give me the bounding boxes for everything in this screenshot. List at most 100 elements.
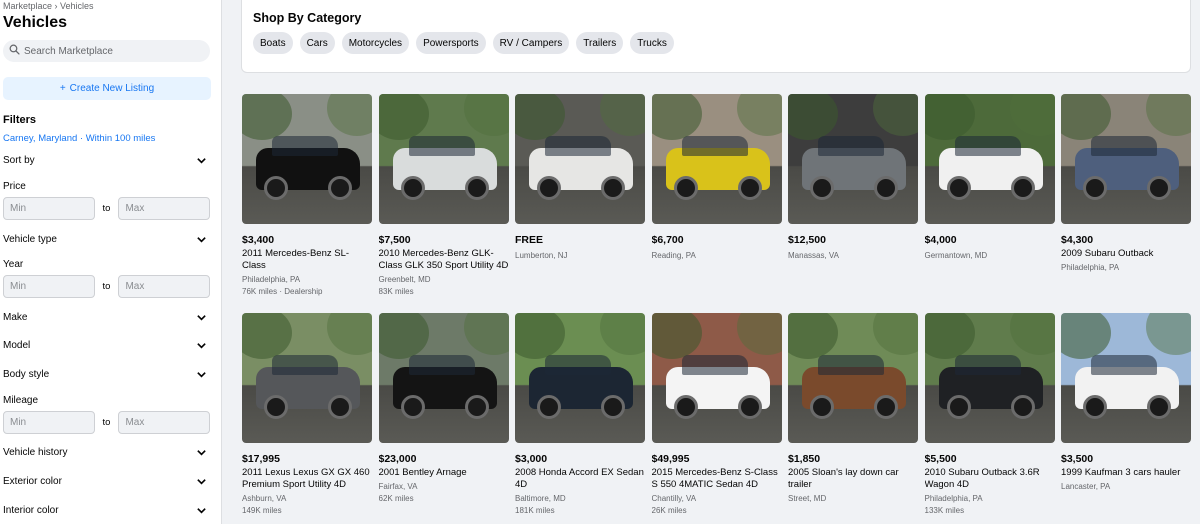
listing-photo[interactable] xyxy=(788,313,918,443)
make-dropdown[interactable]: Make xyxy=(3,310,210,324)
listing-card[interactable]: $3,400 2011 Mercedes-Benz SL-Class Philade… xyxy=(242,94,372,313)
listing-photo[interactable] xyxy=(1061,313,1191,443)
photo-shape xyxy=(873,313,918,355)
listing-title: 1999 Kaufman 3 cars hauler xyxy=(1061,467,1181,478)
listing-title: 2011 Mercedes-Benz SL-Class xyxy=(242,248,350,271)
photo-shape xyxy=(737,176,762,200)
photo-shape xyxy=(1010,395,1035,419)
photo-shape xyxy=(545,136,611,156)
listing-price: FREE xyxy=(515,234,544,246)
photo-shape xyxy=(673,176,698,200)
listing-price: $5,500 xyxy=(924,453,957,465)
create-new-listing-button[interactable]: + Create New Listing xyxy=(3,77,211,100)
listing-location: Chantilly, VA xyxy=(651,494,697,503)
listing-photo[interactable] xyxy=(378,313,509,443)
search-input[interactable] xyxy=(24,45,194,57)
listing-title: 2015 Mercedes-Benz S-Class S 550 4MATIC … xyxy=(651,467,778,490)
category-chip-trucks[interactable]: Trucks xyxy=(630,32,674,54)
listing-card[interactable]: $3,000 2008 Honda Accord EX Sedan 4D Balti… xyxy=(515,313,645,524)
vehicle-history-dropdown[interactable]: Vehicle history xyxy=(3,445,210,459)
photo-shape xyxy=(651,94,702,140)
listing-photo[interactable] xyxy=(788,94,918,224)
mileage-min-input[interactable]: Min xyxy=(3,411,95,434)
model-dropdown[interactable]: Model xyxy=(3,338,210,352)
listing-photo[interactable] xyxy=(651,94,782,224)
listing-card[interactable]: $17,995 2011 Lexus Lexus GX GX 460 Premiu… xyxy=(242,313,372,524)
breadcrumb[interactable]: Marketplace › Vehicles xyxy=(3,1,210,12)
photo-shape xyxy=(924,94,975,140)
make-label: Make xyxy=(3,311,28,323)
vehicle-type-dropdown[interactable]: Vehicle type xyxy=(3,232,210,246)
listing-card[interactable]: $12,500 Manassas, VA xyxy=(788,94,918,313)
photo-shape xyxy=(242,94,292,140)
listing-card[interactable]: $49,995 2015 Mercedes-Benz S-Class S 550 … xyxy=(651,313,782,524)
photo-shape xyxy=(464,176,489,200)
listing-card[interactable]: $3,500 1999 Kaufman 3 cars hauler Lancaste… xyxy=(1061,313,1191,524)
photo-shape xyxy=(1010,176,1035,200)
listing-card[interactable]: $7,500 2010 Mercedes-Benz GLK-Class GLK 3… xyxy=(378,94,509,313)
body-style-label: Body style xyxy=(3,368,50,380)
photo-shape xyxy=(408,355,475,375)
listing-title: 2010 Subaru Outback 3.6R Wagon 4D xyxy=(924,467,1040,490)
listing-card[interactable]: $5,500 2010 Subaru Outback 3.6R Wagon 4D P… xyxy=(924,313,1055,524)
listing-photo[interactable] xyxy=(924,94,1055,224)
listing-price: $6,700 xyxy=(651,234,684,246)
vehicle-history-label: Vehicle history xyxy=(3,446,68,458)
sort-by-dropdown[interactable]: Sort by xyxy=(3,153,210,167)
photo-shape xyxy=(736,313,782,355)
photo-shape xyxy=(264,395,288,419)
listing-photo[interactable] xyxy=(1061,94,1191,224)
listing-photo[interactable] xyxy=(242,313,372,443)
photo-shape xyxy=(328,395,352,419)
price-min-input[interactable]: Min xyxy=(3,197,95,220)
listing-mileage: 181K miles xyxy=(515,506,555,515)
location-link[interactable]: Carney, Maryland · Within 100 miles xyxy=(3,133,210,144)
category-chip-rv-campers[interactable]: RV / Campers xyxy=(492,32,570,54)
photo-shape xyxy=(463,313,509,355)
mileage-range: Min to Max xyxy=(3,411,210,434)
listing-price: $1,850 xyxy=(788,453,821,465)
listing-photo[interactable] xyxy=(378,94,509,224)
listing-location: Lumberton, NJ xyxy=(515,251,568,260)
body-style-dropdown[interactable]: Body style xyxy=(3,367,210,381)
category-chip-cars[interactable]: Cars xyxy=(299,32,335,54)
photo-shape xyxy=(1009,313,1055,355)
listing-photo[interactable] xyxy=(924,313,1055,443)
interior-color-dropdown[interactable]: Interior color xyxy=(3,503,210,517)
listing-card[interactable]: $6,700 Reading, PA xyxy=(651,94,782,313)
exterior-color-dropdown[interactable]: Exterior color xyxy=(3,474,210,488)
listing-location: Lancaster, PA xyxy=(1061,482,1111,491)
year-max-input[interactable]: Max xyxy=(118,275,210,298)
category-chip-boats[interactable]: Boats xyxy=(253,32,293,54)
photo-shape xyxy=(924,313,975,359)
chevron-down-icon xyxy=(197,449,206,456)
listing-photo[interactable] xyxy=(242,94,372,224)
mileage-max-input[interactable]: Max xyxy=(118,411,210,434)
listing-card[interactable]: FREE Lumberton, NJ xyxy=(515,94,645,313)
photo-shape xyxy=(378,94,429,140)
photo-shape xyxy=(736,94,782,136)
listing-card[interactable]: $1,850 2005 Sloan's lay down car trailer S… xyxy=(788,313,918,524)
search-box[interactable] xyxy=(3,40,210,62)
listing-photo[interactable] xyxy=(515,313,645,443)
listing-card[interactable]: $4,000 Germantown, MD xyxy=(924,94,1055,313)
photo-shape xyxy=(1147,395,1171,419)
photo-shape xyxy=(1091,355,1157,375)
category-chip-trailers[interactable]: Trailers xyxy=(576,32,624,54)
listing-photo[interactable] xyxy=(515,94,645,224)
listing-title: 2010 Mercedes-Benz GLK-Class GLK 350 Spo… xyxy=(378,248,509,271)
category-chip-powersports[interactable]: Powersports xyxy=(416,32,486,54)
price-max-input[interactable]: Max xyxy=(118,197,210,220)
shop-by-category-card: Shop By Category Boats Cars Motorcycles … xyxy=(241,0,1191,73)
listing-card[interactable]: $23,000 2001 Bentley Arnage Fairfax, VA 62K… xyxy=(378,313,509,524)
photo-shape xyxy=(1061,313,1111,359)
photo-shape xyxy=(242,313,292,359)
listing-photo[interactable] xyxy=(651,313,782,443)
category-chip-motorcycles[interactable]: Motorcycles xyxy=(341,32,410,54)
photo-shape xyxy=(1083,176,1107,200)
listing-price: $17,995 xyxy=(242,453,280,465)
year-min-input[interactable]: Min xyxy=(3,275,95,298)
listing-card[interactable]: $4,300 2009 Subaru Outback Philadelphia, P… xyxy=(1061,94,1191,313)
photo-shape xyxy=(601,395,625,419)
listing-mileage: 62K miles xyxy=(378,494,414,503)
